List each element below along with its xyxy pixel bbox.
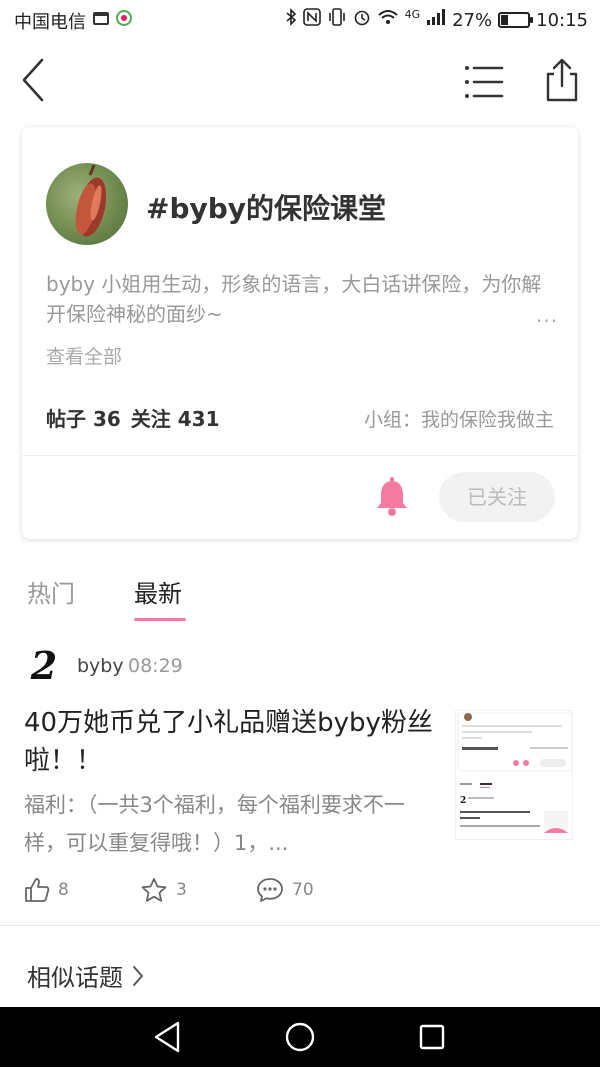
like-count: 8 [58, 880, 69, 900]
bell-icon[interactable] [374, 477, 410, 517]
author-avatar[interactable]: 2 [26, 646, 62, 686]
section-divider [0, 925, 600, 926]
post-time: 08:29 [128, 655, 183, 677]
tab-hot[interactable]: 热门 [27, 574, 75, 609]
battery-level [501, 15, 509, 25]
comment-count: 70 [292, 880, 314, 900]
app-notification-icon [116, 10, 132, 32]
status-right: 4G 27% 10:15 [285, 8, 588, 32]
calendar-icon [92, 10, 110, 32]
comment-button[interactable]: 70 [256, 872, 314, 908]
post-title[interactable]: 40万她币兑了小礼品赠送byby粉丝啦！！ [24, 704, 434, 780]
post-thumbnail[interactable]: 2 [455, 710, 573, 840]
share-icon[interactable] [540, 56, 584, 104]
topic-card: #byby的保险课堂 byby 小姐用生动，形象的语言，大白话讲保险，为你解开保… [22, 127, 578, 539]
comment-icon [257, 878, 283, 902]
topic-description: byby 小姐用生动，形象的语言，大白话讲保险，为你解开保险神秘的面纱~ [46, 272, 542, 326]
group-link[interactable]: 小组：我的保险我做主 [364, 405, 554, 432]
view-all-link[interactable]: 查看全部 [46, 342, 122, 369]
author-name[interactable]: byby [77, 655, 124, 677]
followers-count: 关注 431 [130, 407, 220, 431]
network-type: 4G [404, 8, 421, 21]
menu-icon[interactable] [462, 62, 506, 102]
post-actions: 8 3 70 [24, 872, 584, 908]
battery-icon [498, 12, 534, 28]
carrier-name: 中国电信 [14, 12, 86, 33]
system-back-icon[interactable] [150, 1019, 186, 1055]
topic-title: #byby的保险课堂 [146, 192, 387, 225]
status-bar: 中国电信 4G 27% 10:15 [0, 0, 600, 40]
battery-percent: 27% [452, 9, 493, 31]
related-topics-link[interactable]: 相似话题 [27, 958, 145, 993]
topic-stats: 帖子 36 关注 431 [46, 403, 230, 432]
svg-text:2: 2 [460, 796, 466, 806]
favorite-button[interactable]: 3 [140, 872, 187, 908]
chevron-right-icon [133, 965, 143, 986]
status-left: 中国电信 [14, 8, 132, 34]
posts-count: 帖子 36 [46, 407, 121, 431]
wifi-icon [377, 8, 399, 32]
nav-bar [0, 40, 600, 120]
post-excerpt[interactable]: 福利：（一共3个福利，每个福利要求不一样，可以重复得哦！）1，... [24, 786, 434, 862]
system-home-icon[interactable] [282, 1019, 318, 1055]
related-topics-label: 相似话题 [27, 964, 123, 992]
signal-icon [426, 8, 446, 32]
bluetooth-icon [285, 8, 297, 32]
vibrate-icon [327, 8, 347, 32]
alarm-icon [353, 8, 371, 32]
system-recents-icon[interactable] [414, 1019, 450, 1055]
like-button[interactable]: 8 [24, 872, 69, 908]
system-nav-bar [0, 1007, 600, 1067]
followed-button[interactable]: 已关注 [439, 472, 555, 522]
card-divider [22, 455, 578, 456]
star-icon [141, 878, 167, 902]
topic-avatar [46, 163, 128, 245]
more-dots[interactable]: ··· [536, 309, 558, 333]
active-tab-indicator [134, 618, 186, 621]
clock: 10:15 [536, 9, 588, 31]
nfc-icon [302, 8, 321, 32]
tab-latest[interactable]: 最新 [134, 574, 182, 609]
favorite-count: 3 [176, 880, 187, 900]
back-icon[interactable] [18, 58, 48, 102]
thumb-up-icon [25, 878, 50, 902]
